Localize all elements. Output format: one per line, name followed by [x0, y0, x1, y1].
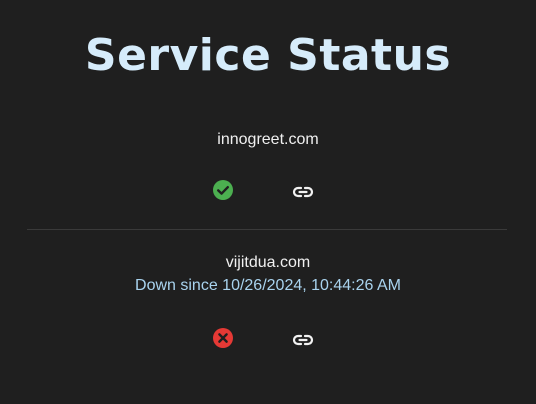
divider	[27, 229, 507, 230]
service-actions	[0, 327, 536, 351]
down-since-text: Down since 10/26/2024, 10:44:26 AM	[135, 277, 401, 294]
link-icon[interactable]	[291, 328, 315, 352]
service-item: vijitdua.com Down since 10/26/2024, 10:4…	[0, 253, 536, 296]
service-actions	[0, 179, 536, 203]
page-title: Service Status	[84, 30, 452, 81]
service-domain: innogreet.com	[217, 131, 319, 148]
link-icon[interactable]	[291, 180, 315, 204]
service-domain: vijitdua.com	[225, 254, 311, 271]
service-item: innogreet.com	[0, 130, 536, 150]
x-circle-icon	[212, 327, 234, 349]
check-circle-icon	[212, 179, 234, 201]
